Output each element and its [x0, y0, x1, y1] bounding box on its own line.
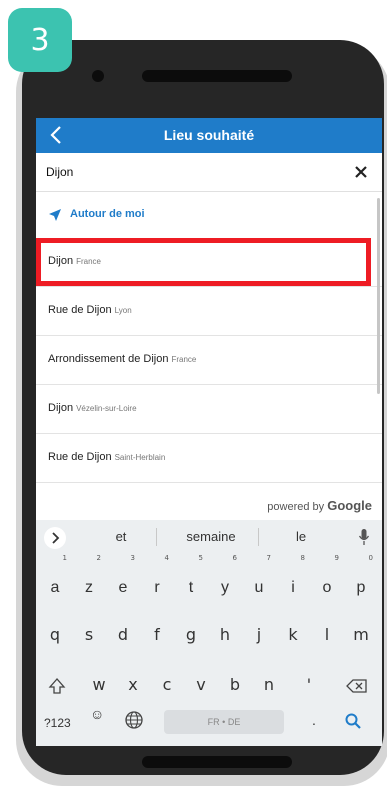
- search-row: [36, 153, 382, 192]
- key[interactable]: f: [142, 616, 172, 654]
- result-name: Arrondissement de Dijon: [48, 353, 169, 365]
- phone-screen: Lieu souhaité Autour de moi DijonFrance …: [36, 118, 382, 746]
- result-name: Rue de Dijon: [48, 451, 112, 463]
- key[interactable]: h: [210, 616, 240, 654]
- suggestion-1[interactable]: et: [96, 529, 146, 544]
- suggestion-2[interactable]: semaine: [171, 529, 251, 544]
- result-sub: Saint-Herblain: [114, 453, 166, 462]
- suggestion-strip: et semaine le: [36, 520, 382, 554]
- google-logo: Google: [327, 498, 372, 513]
- emoji-icon[interactable]: ☺: [90, 706, 104, 722]
- key[interactable]: b: [220, 666, 250, 704]
- key[interactable]: 2z: [74, 554, 104, 606]
- key[interactable]: j: [244, 616, 274, 654]
- symbols-key[interactable]: ?123: [44, 716, 71, 730]
- result-name: Dijon: [48, 402, 74, 414]
- search-icon[interactable]: [344, 712, 362, 730]
- near-me-label: Autour de moi: [70, 208, 145, 220]
- app-header: Lieu souhaité: [36, 118, 382, 153]
- key[interactable]: 8i: [278, 554, 308, 606]
- suggestion-3[interactable]: le: [281, 529, 321, 544]
- page-title: Lieu souhaité: [163, 127, 255, 143]
- key[interactable]: v: [186, 666, 216, 704]
- key[interactable]: q: [40, 616, 70, 654]
- suggestion-divider: [156, 528, 157, 546]
- period-key[interactable]: .: [312, 712, 316, 728]
- scrollbar[interactable]: [377, 198, 380, 394]
- key[interactable]: l: [312, 616, 342, 654]
- key[interactable]: 4r: [142, 554, 172, 606]
- result-sub: Lyon: [114, 306, 132, 315]
- backspace-key[interactable]: [342, 666, 372, 704]
- step-badge: 3: [8, 8, 72, 72]
- key[interactable]: x: [118, 666, 148, 704]
- key[interactable]: w: [84, 666, 114, 704]
- backspace-icon: [346, 678, 367, 693]
- result-item[interactable]: Arrondissement de Dijon France: [36, 336, 382, 385]
- close-icon[interactable]: [352, 163, 370, 181]
- shift-icon: [48, 677, 66, 694]
- key[interactable]: 3e: [108, 554, 138, 606]
- chevron-right-icon[interactable]: [44, 527, 66, 549]
- location-arrow-icon: [49, 209, 61, 221]
- key[interactable]: s: [74, 616, 104, 654]
- space-key[interactable]: FR • DE: [164, 710, 284, 734]
- result-item[interactable]: Rue de Dijon Saint-Herblain: [36, 434, 382, 483]
- key[interactable]: d: [108, 616, 138, 654]
- shift-key[interactable]: [42, 666, 72, 704]
- key[interactable]: 1a: [40, 554, 70, 606]
- key[interactable]: c: [152, 666, 182, 704]
- result-item[interactable]: Dijon Vézelin-sur-Loire: [36, 385, 382, 434]
- key[interactable]: g: [176, 616, 206, 654]
- key[interactable]: 5t: [176, 554, 206, 606]
- microphone-icon[interactable]: [358, 528, 370, 546]
- key[interactable]: 6y: [210, 554, 240, 606]
- camera-dot: [92, 70, 104, 82]
- result-sub: France: [171, 355, 197, 364]
- bottom-bar: [142, 756, 292, 768]
- attribution-prefix: powered by: [267, 501, 325, 513]
- key[interactable]: n: [254, 666, 284, 704]
- globe-icon[interactable]: [124, 710, 144, 730]
- key[interactable]: ': [294, 666, 324, 704]
- google-attribution: powered by Google: [267, 498, 372, 513]
- result-name: Rue de Dijon: [48, 304, 112, 316]
- result-sub: Vézelin-sur-Loire: [76, 404, 137, 413]
- key[interactable]: 7u: [244, 554, 274, 606]
- key[interactable]: m: [346, 616, 376, 654]
- key[interactable]: 0p: [346, 554, 376, 606]
- keyboard: et semaine le 1a 2z 3e 4r 5t 6y 7u 8i 9o…: [36, 520, 382, 746]
- highlight-box: [36, 238, 371, 286]
- key[interactable]: 9o: [312, 554, 342, 606]
- search-input[interactable]: [46, 161, 336, 183]
- result-item[interactable]: Rue de Dijon Lyon: [36, 287, 382, 336]
- suggestion-divider: [258, 528, 259, 546]
- speaker-grille: [142, 70, 292, 82]
- key[interactable]: k: [278, 616, 308, 654]
- near-me-option[interactable]: Autour de moi: [36, 192, 382, 238]
